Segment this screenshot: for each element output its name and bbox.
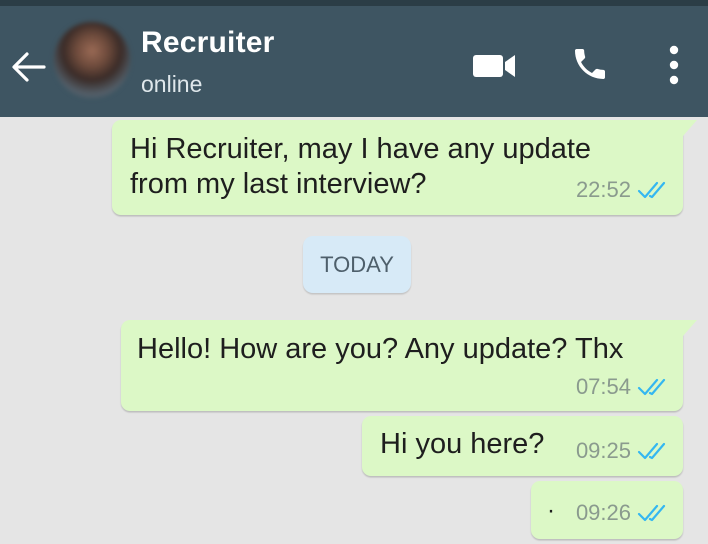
message-text: Hello! How are you? Any update? Thx xyxy=(137,333,624,365)
message-text: Hi you here? xyxy=(380,428,545,460)
message-text: · xyxy=(547,497,555,524)
message-meta: 09:25 xyxy=(576,433,667,468)
double-check-read-icon xyxy=(637,181,666,198)
phone-icon[interactable] xyxy=(570,44,610,84)
message-meta: 22:52 xyxy=(576,172,667,207)
message-text: Hi Recruiter, may I have any update from… xyxy=(130,133,592,200)
double-check-read-icon xyxy=(637,378,666,395)
outgoing-message-bubble[interactable]: Hello! How are you? Any update? Thx 07:5… xyxy=(121,320,697,411)
outgoing-message-bubble[interactable]: Hi you here? 09:25 xyxy=(362,416,683,476)
outgoing-message-bubble[interactable]: · 09:26 xyxy=(531,481,683,539)
contact-name[interactable]: Recruiter xyxy=(141,26,275,60)
date-divider: TODAY xyxy=(303,236,411,293)
back-arrow-icon[interactable] xyxy=(10,50,48,84)
message-time: 09:25 xyxy=(575,438,631,463)
double-check-read-icon xyxy=(637,504,666,521)
outgoing-message-bubble[interactable]: Hi Recruiter, may I have any update from… xyxy=(112,120,697,215)
message-time: 22:52 xyxy=(575,177,631,202)
chat-header: Recruiter online xyxy=(0,6,708,117)
video-call-icon[interactable] xyxy=(471,50,519,82)
message-time: 09:26 xyxy=(575,500,631,525)
more-options-icon[interactable] xyxy=(664,42,684,88)
bubble-tail xyxy=(683,320,697,336)
bubble-tail xyxy=(683,120,697,136)
message-meta: 09:26 xyxy=(576,495,667,530)
double-check-read-icon xyxy=(637,442,666,459)
contact-status: online xyxy=(141,71,203,97)
message-time: 07:54 xyxy=(575,374,631,399)
message-meta: 07:54 xyxy=(576,369,667,404)
contact-avatar[interactable] xyxy=(54,22,130,98)
